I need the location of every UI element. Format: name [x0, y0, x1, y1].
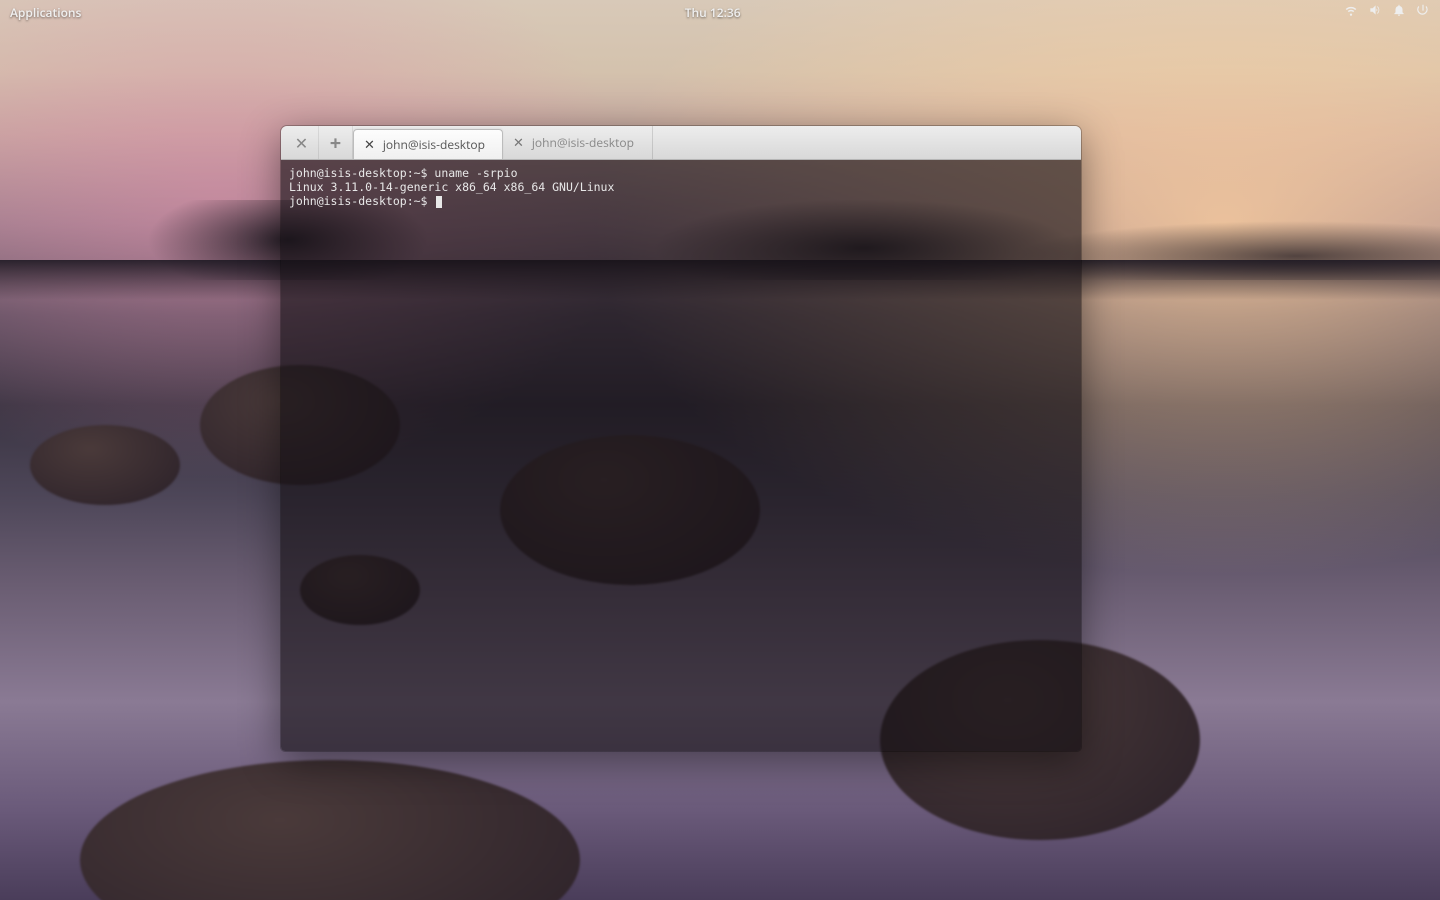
tab-label: john@isis-desktop [532, 134, 634, 151]
terminal-line: john@isis-desktop:~$ uname -srpio [289, 166, 1073, 180]
top-panel: Applications Thu 12:36 [0, 0, 1440, 24]
tab-close-icon[interactable]: ✕ [513, 136, 524, 149]
output: Linux 3.11.0-14-generic x86_64 x86_64 GN… [289, 180, 614, 194]
terminal-tab-inactive[interactable]: ✕ john@isis-desktop [503, 126, 653, 159]
notification-icon[interactable] [1392, 3, 1406, 21]
terminal-body[interactable]: john@isis-desktop:~$ uname -srpioLinux 3… [281, 160, 1081, 751]
terminal-window[interactable]: ✕ + ✕ john@isis-desktop ✕ john@isis-desk… [281, 126, 1081, 751]
wallpaper-rock [30, 425, 180, 505]
close-icon: ✕ [295, 132, 308, 154]
wifi-icon[interactable] [1344, 3, 1358, 21]
applications-label: Applications [10, 4, 81, 21]
new-tab-button[interactable]: + [319, 126, 353, 159]
plus-icon: + [330, 129, 341, 156]
tab-label: john@isis-desktop [383, 136, 485, 153]
applications-menu[interactable]: Applications [10, 4, 81, 21]
tab-close-icon[interactable]: ✕ [364, 138, 375, 151]
terminal-tabbar: ✕ + ✕ john@isis-desktop ✕ john@isis-desk… [281, 126, 1081, 160]
volume-icon[interactable] [1368, 3, 1382, 21]
wallpaper-rock [80, 760, 580, 900]
command: uname -srpio [434, 166, 517, 180]
prompt: john@isis-desktop:~$ [289, 166, 434, 180]
desktop: Applications Thu 12:36 ✕ [0, 0, 1440, 900]
window-close-button[interactable]: ✕ [285, 126, 319, 159]
prompt: john@isis-desktop:~$ [289, 194, 434, 208]
clock-text: Thu 12:36 [685, 4, 741, 21]
terminal-tab-active[interactable]: ✕ john@isis-desktop [353, 129, 503, 159]
power-icon[interactable] [1416, 3, 1430, 21]
panel-clock[interactable]: Thu 12:36 [81, 4, 1344, 21]
terminal-line: john@isis-desktop:~$ [289, 194, 1073, 208]
cursor [436, 196, 442, 208]
panel-indicators [1344, 3, 1430, 21]
terminal-line: Linux 3.11.0-14-generic x86_64 x86_64 GN… [289, 180, 1073, 194]
